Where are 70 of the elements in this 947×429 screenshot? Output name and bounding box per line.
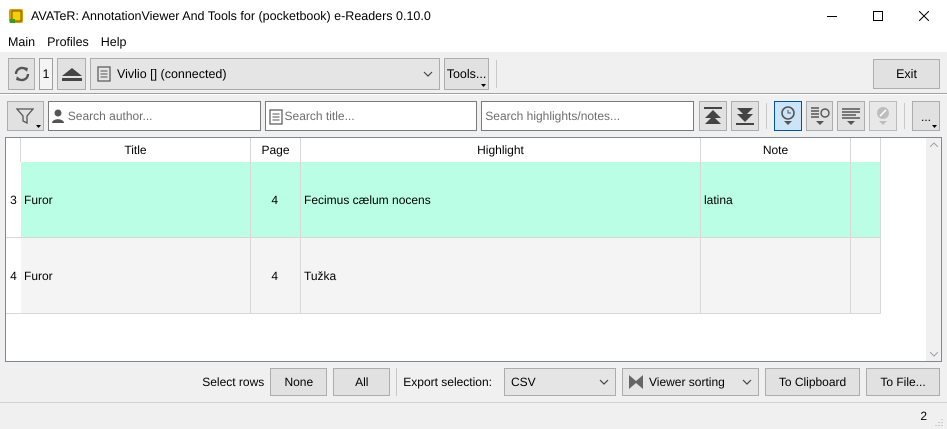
size-grip-icon — [935, 418, 943, 426]
column-header[interactable]: Highlight — [477, 143, 524, 157]
view-toggle-button[interactable] — [774, 101, 802, 131]
copy-to-clipboard-button[interactable]: To Clipboard — [765, 368, 860, 396]
export-label: Export selection: — [403, 374, 492, 391]
table-row[interactable]: 4 Furor 4 Tužka — [6, 238, 881, 314]
person-icon — [52, 109, 64, 123]
menu-item[interactable]: Profiles — [41, 35, 95, 49]
scrollbar[interactable] — [926, 138, 941, 361]
device-icon — [97, 66, 111, 82]
table-cell: 4 — [271, 268, 278, 282]
chevron-down-icon — [423, 71, 433, 77]
double-down-arrow-icon — [734, 106, 755, 126]
chevron-down-icon — [742, 379, 752, 385]
table-cell: Tužka — [304, 268, 336, 282]
select-all-button[interactable]: All — [333, 368, 390, 396]
scroll-down-icon — [930, 352, 938, 357]
format-dropdown[interactable]: CSV — [504, 368, 616, 396]
column-header[interactable]: Note — [762, 143, 788, 157]
refresh-icon — [12, 65, 30, 83]
filter-button[interactable] — [7, 101, 44, 131]
table-cell: Furor — [24, 192, 53, 206]
filter-icon — [16, 108, 34, 124]
select-rows-label: Select rows — [202, 374, 264, 391]
scroll-bottom-button[interactable] — [730, 101, 759, 131]
list-icon — [841, 106, 862, 126]
author-search-field[interactable]: Search author... — [48, 101, 261, 131]
scroll-up-icon — [930, 142, 938, 147]
text-search-field[interactable]: Search highlights/notes... — [481, 101, 694, 131]
view-toggle-button[interactable] — [837, 101, 866, 131]
sort-icon — [629, 375, 643, 389]
status-count: 2 — [920, 409, 927, 423]
view-toggle-button[interactable] — [806, 101, 834, 131]
sorting-dropdown[interactable]: Viewer sorting — [622, 368, 759, 396]
chevron-down-icon — [599, 379, 609, 385]
device-count: 1 — [39, 58, 53, 90]
table-cell: latina — [704, 192, 733, 206]
clock-pin-icon — [780, 106, 796, 126]
caret-icon — [481, 84, 486, 87]
save-to-file-button[interactable]: To File... — [866, 368, 940, 396]
row-number: 3 — [10, 192, 17, 206]
eject-button[interactable] — [57, 58, 86, 90]
table-row[interactable]: 3 Furor 4 Fecimus cælum nocens latina — [6, 162, 881, 238]
select-none-button[interactable]: None — [270, 368, 328, 396]
double-up-arrow-icon — [702, 106, 723, 126]
close-icon — [919, 11, 929, 21]
table-cell: Furor — [24, 268, 53, 282]
refresh-button[interactable] — [8, 58, 35, 90]
eject-icon — [60, 67, 82, 81]
window-title: AVATeR: AnnotationViewer And Tools for (pocketbook) e-Readers 0.10.0 — [31, 9, 431, 23]
pin-icon — [875, 106, 892, 126]
list-clock-icon — [810, 106, 830, 126]
title-search-field[interactable]: Search title... — [264, 101, 478, 131]
menu-item[interactable]: Main — [2, 35, 42, 49]
column-header[interactable]: Page — [261, 143, 290, 157]
table-cell: Fecimus cælum nocens — [304, 192, 431, 206]
scroll-top-button[interactable] — [699, 101, 727, 131]
exit-button[interactable]: Exit — [873, 59, 940, 89]
tools-button[interactable]: Tools... — [444, 58, 489, 90]
app-icon — [8, 8, 24, 24]
maximize-icon — [873, 11, 883, 21]
caret-icon — [36, 125, 41, 128]
row-number: 4 — [10, 268, 17, 282]
menu-item[interactable]: Help — [94, 35, 132, 49]
table-cell: 4 — [271, 192, 278, 206]
more-button[interactable]: ... — [912, 101, 940, 131]
caret-icon — [932, 125, 937, 128]
document-icon — [268, 109, 283, 125]
column-header[interactable]: Title — [124, 143, 147, 157]
device-dropdown[interactable]: Vivlio [] (connected) — [90, 58, 440, 90]
